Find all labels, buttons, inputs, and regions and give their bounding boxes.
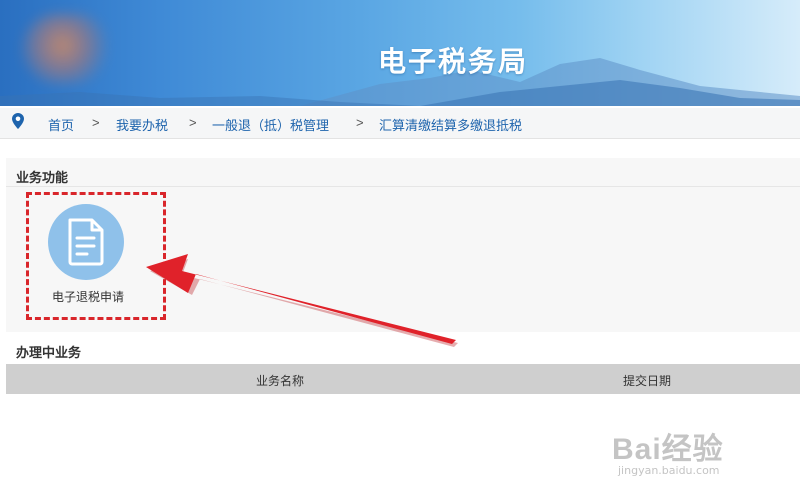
in-progress-heading: 办理中业务 bbox=[16, 346, 82, 361]
in-progress-table-header: 业务名称 提交日期 bbox=[6, 364, 800, 394]
baidu-watermark: Bai经验 jingyan.baidu.com bbox=[612, 424, 724, 477]
watermark-url: jingyan.baidu.com bbox=[618, 464, 720, 477]
column-business-name: 业务名称 bbox=[256, 374, 305, 388]
column-submit-date: 提交日期 bbox=[623, 374, 672, 388]
watermark-brand: Bai经验 bbox=[612, 433, 724, 466]
